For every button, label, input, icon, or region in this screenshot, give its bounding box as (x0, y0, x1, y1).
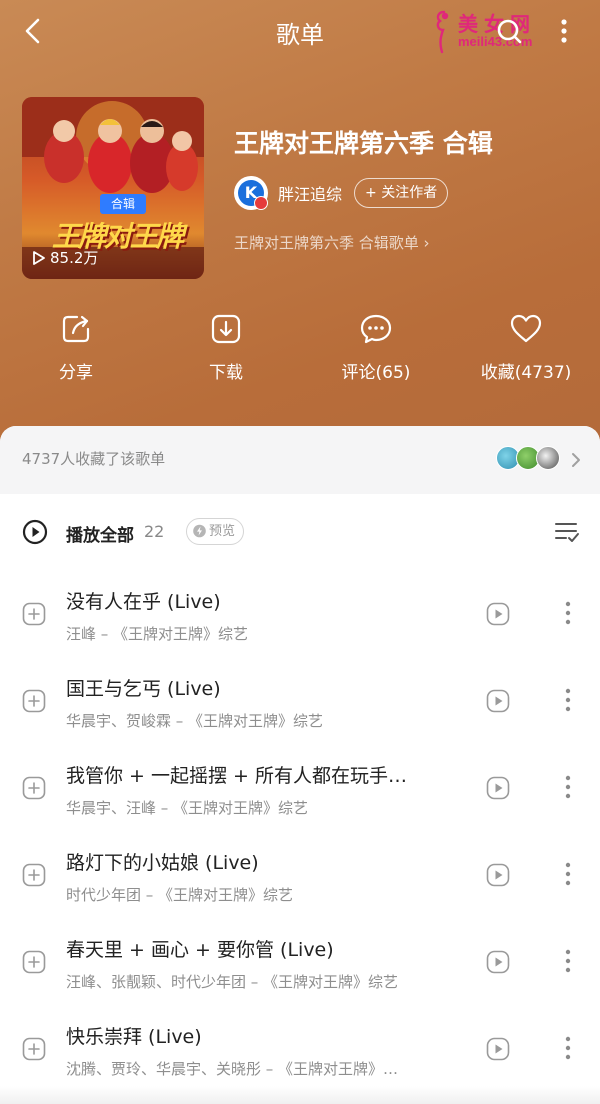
song-title: 国王与乞丐 (Live) (66, 678, 221, 700)
song-more-icon[interactable] (560, 598, 576, 628)
favorite-button[interactable]: 收藏(4737) (456, 312, 596, 383)
add-icon[interactable] (22, 602, 46, 626)
song-row[interactable]: 没有人在乎 (Live) 汪峰 – 《王牌对王牌》综艺 (0, 572, 600, 659)
favorite-label: 收藏(4737) (480, 363, 572, 383)
add-icon[interactable] (22, 863, 46, 887)
comment-icon (360, 314, 392, 344)
share-button[interactable]: 分享 (6, 312, 146, 383)
play-count-value: 85.2万 (50, 249, 99, 267)
song-meta: 华晨宇、汪峰 – 《王牌对王牌》综艺 (66, 799, 309, 817)
vertical-dots-icon (561, 19, 567, 43)
download-label: 下载 (209, 363, 243, 383)
add-icon[interactable] (22, 1037, 46, 1061)
song-title: 路灯下的小姑娘 (Live) (66, 852, 259, 874)
song-row[interactable]: 春天里 + 画心 + 要你管 (Live) 汪峰、张靓颖、时代少年团 – 《王牌… (0, 920, 600, 1007)
share-label: 分享 (59, 363, 93, 383)
comment-button[interactable]: 评论(65) (306, 312, 446, 383)
top-nav-bar: 歌单 美女网 meili43.com (0, 0, 600, 62)
video-play-icon[interactable] (486, 689, 510, 713)
song-title: 没有人在乎 (Live) (66, 591, 221, 613)
song-more-icon[interactable] (560, 685, 576, 715)
download-icon (211, 314, 241, 344)
playlist-cover[interactable]: 合辑 王牌对王牌 85.2万 (22, 97, 204, 279)
avatar (536, 446, 560, 470)
favoriter-avatars (496, 446, 560, 472)
song-more-icon[interactable] (560, 859, 576, 889)
song-title: 春天里 + 画心 + 要你管 (Live) (66, 939, 334, 961)
song-meta: 沈腾、贾玲、华晨宇、关晓彤 – 《王牌对王牌》… (66, 1060, 399, 1078)
bottom-fade (0, 1086, 600, 1104)
playlist-title: 王牌对王牌第六季 合辑 (234, 129, 493, 158)
chevron-right-icon (572, 453, 580, 467)
add-icon[interactable] (22, 689, 46, 713)
song-row[interactable]: 快乐崇拜 (Live) 沈腾、贾玲、华晨宇、关晓彤 – 《王牌对王牌》… (0, 1007, 600, 1094)
author-row: K 胖汪追综 + 关注作者 (234, 176, 449, 210)
song-row[interactable]: 国王与乞丐 (Live) 华晨宇、贺峻霖 – 《王牌对王牌》综艺 (0, 659, 600, 746)
video-play-icon[interactable] (486, 776, 510, 800)
playlist-subtitle-link[interactable]: 王牌对王牌第六季 合辑歌单 › (234, 232, 430, 253)
play-count: 85.2万 (32, 247, 98, 268)
preview-button[interactable]: 预览 (186, 518, 245, 545)
download-button[interactable]: 下载 (156, 312, 296, 383)
song-title: 快乐崇拜 (Live) (66, 1026, 202, 1048)
follow-author-button[interactable]: + 关注作者 (354, 178, 449, 208)
author-name[interactable]: 胖汪追综 (278, 181, 342, 205)
add-icon[interactable] (22, 950, 46, 974)
multi-select-icon[interactable] (554, 519, 580, 545)
cover-badge: 合辑 (100, 194, 146, 214)
play-all-button[interactable]: 播放全部 (66, 521, 134, 546)
author-avatar[interactable]: K (234, 176, 268, 210)
favorites-count-text: 4737人收藏了该歌单 (22, 450, 166, 468)
favorites-bar[interactable]: 4737人收藏了该歌单 (0, 426, 600, 494)
song-count: 22 (144, 522, 165, 541)
site-watermark: 美女网 meili43.com (430, 6, 550, 56)
verified-star-icon (254, 196, 268, 210)
song-row[interactable]: 路灯下的小姑娘 (Live) 时代少年团 – 《王牌对王牌》综艺 (0, 833, 600, 920)
video-play-icon[interactable] (486, 602, 510, 626)
video-play-icon[interactable] (486, 1037, 510, 1061)
video-play-icon[interactable] (486, 863, 510, 887)
playlist-header: 歌单 美女网 meili43.com 合辑 王牌对王牌 85.2万 王牌对王牌第… (0, 0, 600, 470)
comment-label: 评论(65) (341, 363, 411, 383)
lightning-icon (193, 524, 206, 538)
song-title: 我管你 + 一起摇摆 + 所有人都在玩手… (66, 765, 407, 787)
video-play-icon[interactable] (486, 950, 510, 974)
play-all-row: 播放全部 22 预览 (0, 510, 600, 554)
song-list-sheet: 4737人收藏了该歌单 播放全部 22 预览 没有人在乎 (Live) 汪峰 –… (0, 426, 600, 1104)
watermark-figure-icon (436, 10, 449, 54)
share-icon (62, 315, 90, 343)
song-more-icon[interactable] (560, 772, 576, 802)
heart-icon (510, 314, 542, 343)
song-meta: 时代少年团 – 《王牌对王牌》综艺 (66, 886, 294, 904)
play-outline-icon (33, 250, 45, 265)
search-icon (497, 19, 522, 44)
song-more-icon[interactable] (560, 946, 576, 976)
preview-label: 预览 (209, 524, 236, 539)
song-meta: 汪峰 – 《王牌对王牌》综艺 (66, 625, 249, 643)
play-all-icon[interactable] (22, 519, 48, 545)
action-bar: 分享 下载 评论(65) 收藏(4737) (0, 312, 600, 392)
song-meta: 汪峰、张靓颖、时代少年团 – 《王牌对王牌》综艺 (66, 973, 399, 991)
song-row[interactable]: 我管你 + 一起摇摆 + 所有人都在玩手… 华晨宇、汪峰 – 《王牌对王牌》综艺 (0, 746, 600, 833)
song-meta: 华晨宇、贺峻霖 – 《王牌对王牌》综艺 (66, 712, 324, 730)
song-more-icon[interactable] (560, 1033, 576, 1063)
more-options-button[interactable] (552, 14, 576, 48)
add-icon[interactable] (22, 776, 46, 800)
search-button[interactable] (492, 14, 526, 48)
